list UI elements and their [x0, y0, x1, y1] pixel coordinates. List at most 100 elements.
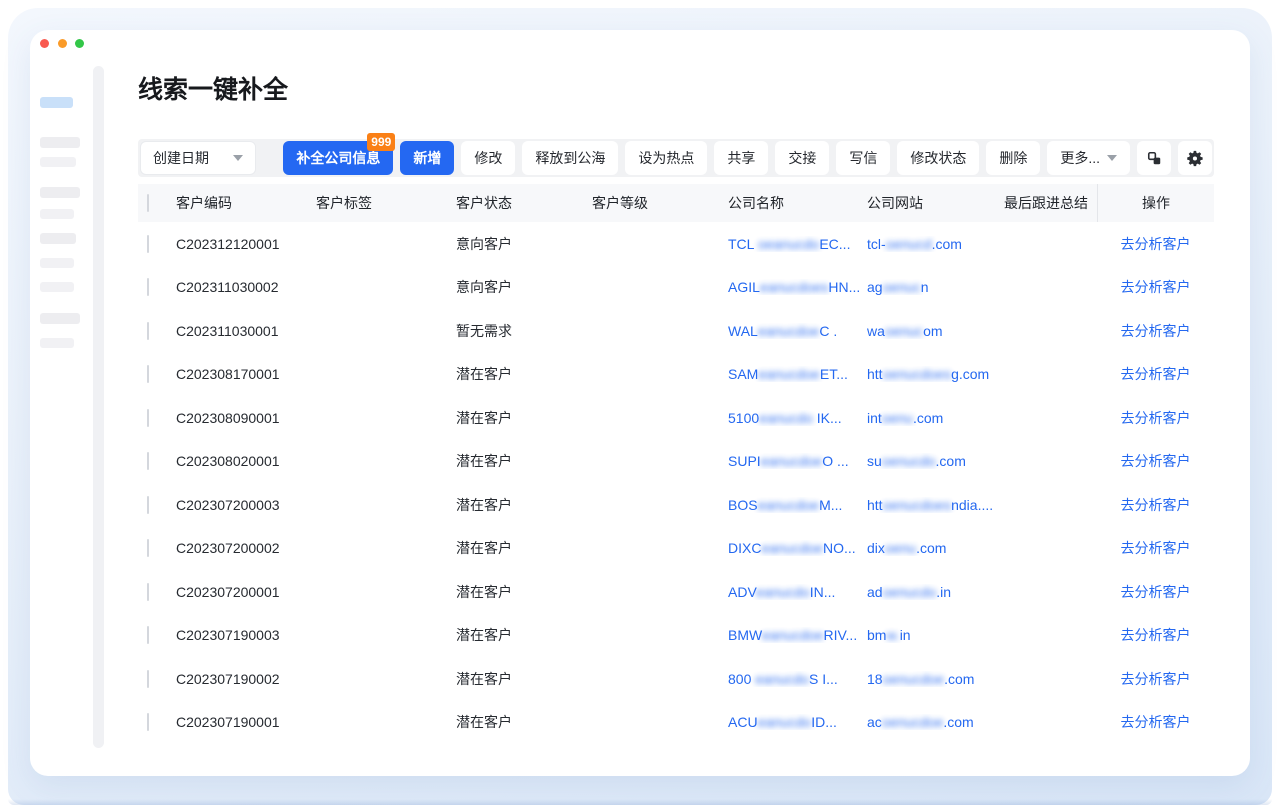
sidebar-item-4[interactable]: [40, 209, 74, 219]
toolbar: 创建日期 补全公司信息 999 新增 修改 释放到公海 设为热点 共享 交接: [138, 139, 1214, 177]
row-checkbox[interactable]: [147, 583, 149, 601]
row-checkbox[interactable]: [147, 409, 149, 427]
company-name-cell: WALeanucdoeC .: [720, 323, 859, 339]
row-checkbox[interactable]: [147, 496, 149, 514]
actions-cell: 去分析客户: [1097, 321, 1214, 341]
company-website-link[interactable]: dixoenu.com: [867, 540, 946, 556]
toolbar-button-group: 补全公司信息 999 新增 修改 释放到公海 设为热点 共享 交接 写信 修改状…: [283, 141, 1212, 175]
company-name-link[interactable]: AGILeanucdoesHN...: [728, 279, 859, 295]
company-website-link[interactable]: tcl-oenucd.com: [867, 236, 962, 252]
sidebar-item-5[interactable]: [40, 233, 76, 244]
redacted-text: eanucdo: [759, 410, 813, 426]
row-checkbox[interactable]: [147, 670, 149, 688]
analyze-customer-link[interactable]: 去分析客户: [1121, 410, 1191, 426]
desktop-background: 线索一键补全 创建日期 补全公司信息 999 新增 修改 释放到: [0, 0, 1280, 805]
company-website-link[interactable]: agoenucn: [867, 279, 929, 295]
analyze-customer-link[interactable]: 去分析客户: [1121, 627, 1191, 643]
redacted-text: eanucdo: [756, 584, 810, 600]
analyze-customer-link[interactable]: 去分析客户: [1121, 236, 1191, 252]
company-website-link[interactable]: 18oenucdoe.com: [867, 671, 974, 687]
sidebar-item-9[interactable]: [40, 338, 74, 348]
analyze-customer-link[interactable]: 去分析客户: [1121, 279, 1191, 295]
complete-company-info-button[interactable]: 补全公司信息 999: [283, 141, 393, 175]
company-name-link[interactable]: ADVeanucdoIN...: [728, 584, 835, 600]
analyze-customer-link[interactable]: 去分析客户: [1121, 540, 1191, 556]
actions-cell: 去分析客户: [1097, 712, 1214, 732]
change-status-button[interactable]: 修改状态: [897, 141, 979, 175]
analyze-customer-link[interactable]: 去分析客户: [1121, 584, 1191, 600]
column-header-customer-status: 客户状态: [448, 193, 584, 213]
company-website-cell: suoenucdo.com: [859, 453, 996, 469]
company-name-cell: ACUeanucdoID...: [720, 714, 859, 730]
analyze-customer-link[interactable]: 去分析客户: [1121, 497, 1191, 513]
row-checkbox[interactable]: [147, 626, 149, 644]
minimize-button[interactable]: [58, 39, 67, 48]
analyze-customer-link[interactable]: 去分析客户: [1121, 366, 1191, 382]
row-checkbox[interactable]: [147, 235, 149, 253]
company-website-link[interactable]: bmw.in: [867, 627, 911, 643]
company-website-link[interactable]: suoenucdo.com: [867, 453, 966, 469]
share-button[interactable]: 共享: [714, 141, 768, 175]
analyze-customer-link[interactable]: 去分析客户: [1121, 323, 1191, 339]
sidebar-item-7[interactable]: [40, 282, 74, 292]
window-controls: [40, 39, 84, 48]
analyze-customer-link[interactable]: 去分析客户: [1121, 453, 1191, 469]
row-checkbox[interactable]: [147, 452, 149, 470]
company-name-link[interactable]: SUPIeanucdoeO ...: [728, 453, 849, 469]
sidebar-item-active[interactable]: [40, 97, 73, 108]
sidebar-item-3[interactable]: [40, 187, 80, 198]
edit-button[interactable]: 修改: [461, 141, 515, 175]
customer-code-cell: C202307190001: [168, 714, 308, 730]
company-website-link[interactable]: adoenucdo.in: [867, 584, 951, 600]
row-checkbox[interactable]: [147, 365, 149, 383]
scrollbar-track[interactable]: [93, 66, 104, 748]
customer-status-cell: 潜在客户: [448, 364, 584, 384]
company-website-link[interactable]: httoenucdoesndia....: [867, 497, 993, 513]
company-website-link[interactable]: intoenu.com: [867, 410, 943, 426]
close-button[interactable]: [40, 39, 49, 48]
select-all-checkbox[interactable]: [147, 194, 149, 212]
date-filter-label: 创建日期: [153, 148, 209, 168]
company-name-link[interactable]: 800 eanucdoS I...: [728, 671, 838, 687]
delete-button[interactable]: 删除: [986, 141, 1040, 175]
company-website-link[interactable]: httoenucdoesg.com: [867, 366, 989, 382]
row-checkbox[interactable]: [147, 713, 149, 731]
analyze-customer-link[interactable]: 去分析客户: [1121, 671, 1191, 687]
settings-button[interactable]: [1178, 141, 1212, 175]
analyze-customer-link[interactable]: 去分析客户: [1121, 714, 1191, 730]
sidebar-item-1[interactable]: [40, 137, 80, 148]
company-website-link[interactable]: waoenucom: [867, 323, 943, 339]
customer-code-cell: C202307200003: [168, 497, 308, 513]
row-checkbox[interactable]: [147, 322, 149, 340]
column-header-customer-level: 客户等级: [584, 193, 720, 213]
handover-button[interactable]: 交接: [775, 141, 829, 175]
date-filter-dropdown[interactable]: 创建日期: [140, 141, 256, 175]
redacted-text: oenuc: [885, 323, 923, 339]
company-name-link[interactable]: WALeanucdoeC .: [728, 323, 837, 339]
refresh-button[interactable]: [1137, 141, 1171, 175]
sidebar-item-2[interactable]: [40, 157, 76, 167]
zoom-button[interactable]: [75, 39, 84, 48]
row-checkbox[interactable]: [147, 539, 149, 557]
company-name-link[interactable]: 5100eanucdo IK...: [728, 410, 842, 426]
write-email-button[interactable]: 写信: [836, 141, 890, 175]
sidebar-item-6[interactable]: [40, 258, 74, 268]
company-name-link[interactable]: ACUeanucdoID...: [728, 714, 837, 730]
company-name-link[interactable]: BOSeanucdoeM...: [728, 497, 842, 513]
company-name-link[interactable]: BMWeanucdoeRIV...: [728, 627, 857, 643]
redacted-text: eanucdoe: [761, 540, 823, 556]
actions-cell: 去分析客户: [1097, 582, 1214, 602]
customer-status-cell: 潜在客户: [448, 625, 584, 645]
company-website-link[interactable]: acoenucdoe.com: [867, 714, 974, 730]
company-name-cell: BMWeanucdoeRIV...: [720, 627, 859, 643]
row-checkbox[interactable]: [147, 278, 149, 296]
customer-code-cell: C202307190003: [168, 627, 308, 643]
release-to-pool-button[interactable]: 释放到公海: [522, 141, 618, 175]
company-name-link[interactable]: SAMeanucdoeET...: [728, 366, 848, 382]
add-button[interactable]: 新增: [400, 141, 454, 175]
more-button[interactable]: 更多...: [1047, 141, 1130, 175]
company-name-link[interactable]: DIXCeanucdoeNO...: [728, 540, 856, 556]
company-name-link[interactable]: TCL oeanucdoEC...: [728, 236, 850, 252]
set-hotspot-button[interactable]: 设为热点: [625, 141, 707, 175]
sidebar-item-8[interactable]: [40, 313, 80, 324]
